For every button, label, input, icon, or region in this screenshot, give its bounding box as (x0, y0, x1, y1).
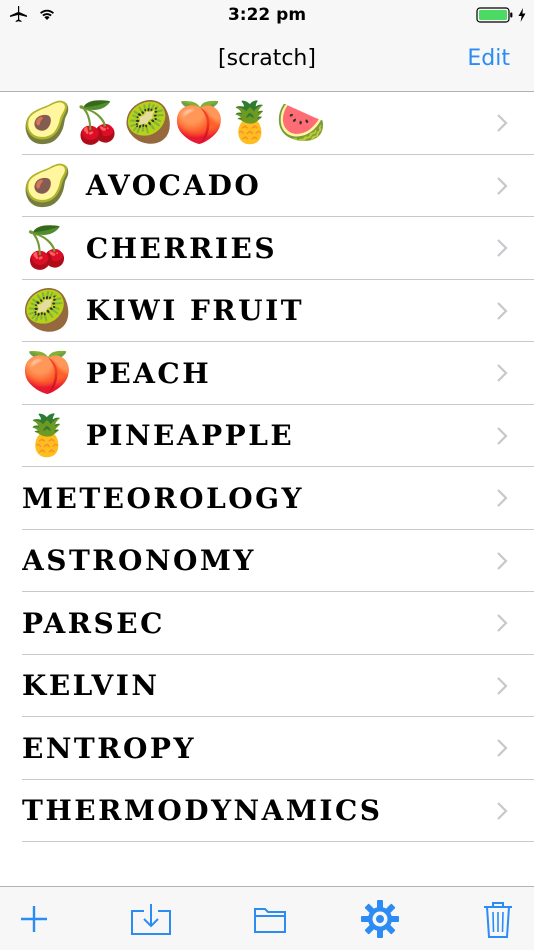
row-label: KELVIN (22, 669, 160, 703)
kiwi-icon: 🥝 (22, 288, 72, 333)
list-item-cherries[interactable]: 🍒 CHERRIES (0, 217, 534, 280)
list-item-thermodynamics[interactable]: THERMODYNAMICS (0, 780, 534, 843)
chevron-right-icon (497, 426, 508, 445)
row-label: THERMODYNAMICS (22, 794, 383, 828)
list-item-meteorology[interactable]: METEOROLOGY (0, 467, 534, 530)
chevron-right-icon (497, 614, 508, 633)
nav-title: [scratch] (218, 46, 316, 71)
row-label: PEACH (85, 356, 212, 390)
row-label: AVOCADO (85, 169, 262, 203)
status-time: 3:22 pm (227, 5, 307, 25)
status-bar: 3:22 pm (0, 0, 534, 30)
list-item-entropy[interactable]: ENTROPY (0, 717, 534, 780)
peach-icon: 🍑 (22, 351, 72, 396)
chevron-right-icon (497, 489, 508, 508)
row-label: ENTROPY (22, 731, 196, 765)
avocado-icon: 🥑 (22, 163, 72, 208)
list-item-kiwi-fruit[interactable]: 🥝 KIWI FRUIT (0, 280, 534, 343)
row-label: METEOROLOGY (22, 481, 305, 515)
row-content: KELVIN (22, 655, 474, 718)
row-content: THERMODYNAMICS (22, 780, 474, 843)
import-button[interactable] (130, 901, 172, 937)
row-content: 🍒 CHERRIES (22, 217, 474, 280)
edit-button[interactable]: Edit (467, 46, 510, 71)
trash-icon (484, 902, 512, 938)
row-content: 🍑 PEACH (22, 342, 474, 405)
plus-icon (21, 906, 47, 932)
row-content: 🥑🍒🥝🍑🍍🍉 (22, 92, 474, 155)
chevron-right-icon (497, 364, 508, 383)
row-content: ASTRONOMY (22, 530, 474, 593)
gear-icon (361, 900, 399, 938)
battery-icon (476, 6, 514, 29)
row-label: CHERRIES (85, 231, 278, 265)
import-icon (131, 904, 171, 935)
row-content: PARSEC (22, 592, 474, 655)
list-item-pineapple[interactable]: 🍍 PINEAPPLE (0, 405, 534, 468)
list-item-fruit-strip[interactable]: 🥑🍒🥝🍑🍍🍉 (0, 92, 534, 155)
row-content: 🥑 AVOCADO (22, 155, 474, 218)
item-list: 🥑🍒🥝🍑🍍🍉 🥑 AVOCADO 🍒 CHERRIES 🥝 KIWI FRUIT… (0, 92, 534, 842)
add-button[interactable] (16, 901, 52, 937)
row-content: 🍍 PINEAPPLE (22, 405, 474, 468)
navigation-bar: [scratch] Edit (0, 30, 534, 92)
chevron-right-icon (497, 801, 508, 820)
chevron-right-icon (497, 239, 508, 258)
fruit-emoji-strip: 🥑🍒🥝🍑🍍🍉 (22, 101, 327, 146)
folder-icon (254, 908, 286, 933)
list-item-avocado[interactable]: 🥑 AVOCADO (0, 155, 534, 218)
row-label: KIWI FRUIT (85, 294, 305, 328)
chevron-right-icon (497, 176, 508, 195)
row-content: METEOROLOGY (22, 467, 474, 530)
status-right (476, 6, 526, 29)
chevron-right-icon (497, 551, 508, 570)
chevron-right-icon (497, 739, 508, 758)
settings-button[interactable] (360, 899, 400, 939)
row-label: PINEAPPLE (85, 419, 295, 453)
delete-button[interactable] (482, 901, 514, 938)
row-label: ASTRONOMY (22, 544, 256, 578)
folder-button[interactable] (253, 901, 289, 937)
row-label: PARSEC (22, 606, 165, 640)
row-content: 🥝 KIWI FRUIT (22, 280, 474, 343)
list-item-peach[interactable]: 🍑 PEACH (0, 342, 534, 405)
chevron-right-icon (497, 301, 508, 320)
chevron-right-icon (497, 114, 508, 133)
chevron-right-icon (497, 676, 508, 695)
bottom-toolbar (0, 886, 534, 950)
pineapple-icon: 🍍 (22, 413, 72, 458)
charging-bolt-icon (518, 8, 526, 27)
list-item-kelvin[interactable]: KELVIN (0, 655, 534, 718)
cherries-icon: 🍒 (22, 226, 72, 271)
row-content: ENTROPY (22, 717, 474, 780)
list-item-astronomy[interactable]: ASTRONOMY (0, 530, 534, 593)
list-item-parsec[interactable]: PARSEC (0, 592, 534, 655)
